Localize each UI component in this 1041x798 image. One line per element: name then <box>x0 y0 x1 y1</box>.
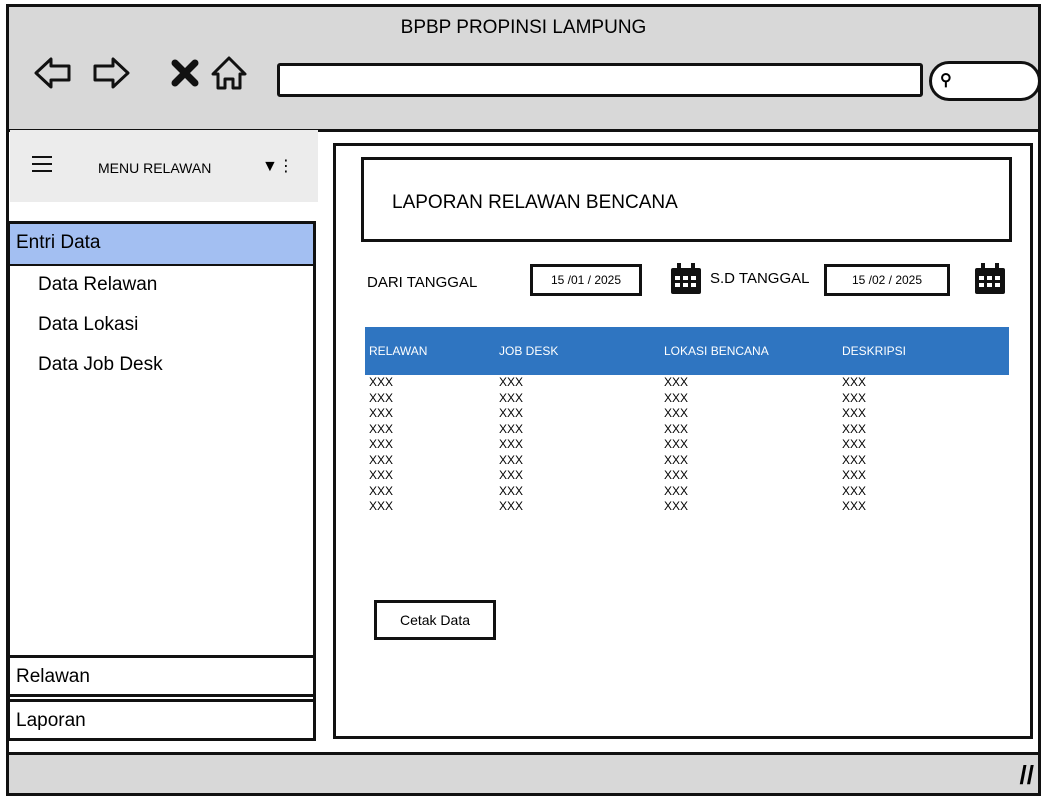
sidebar-item-laporan[interactable]: Laporan <box>7 699 316 741</box>
table-row[interactable]: XXX XXX XXX XXX <box>365 422 1009 438</box>
report-title: LAPORAN RELAWAN BENCANA <box>392 192 678 213</box>
browser-toolbar: BPBP PROPINSI LAMPUNG ⚲ <box>9 7 1041 132</box>
window-title: BPBP PROPINSI LAMPUNG <box>400 17 647 38</box>
calendar-icon[interactable] <box>973 262 1007 296</box>
table-cell: XXX <box>369 483 394 498</box>
status-bar: // <box>9 752 1038 793</box>
report-title-box: LAPORAN RELAWAN BENCANA <box>361 157 1012 242</box>
table-cell: XXX <box>369 452 394 467</box>
from-date-input[interactable]: 15 /01 / 2025 <box>530 264 642 296</box>
back-arrow-icon[interactable] <box>33 53 73 93</box>
table-cell: XXX <box>369 375 394 390</box>
table-cell: XXX <box>842 390 867 405</box>
table-cell: XXX <box>842 375 867 390</box>
table-cell: XXX <box>842 406 867 421</box>
table-cell: XXX <box>842 468 867 483</box>
table-cell: XXX <box>664 437 689 452</box>
search-box[interactable]: ⚲ <box>929 61 1041 101</box>
table-cell: XXX <box>499 483 524 498</box>
forward-arrow-icon[interactable] <box>91 53 131 93</box>
column-header[interactable]: RELAWAN <box>365 327 495 375</box>
calendar-icon[interactable] <box>669 262 703 296</box>
table-cell: XXX <box>842 437 867 452</box>
table-cell: XXX <box>664 452 689 467</box>
hamburger-icon[interactable] <box>32 156 52 172</box>
search-icon[interactable]: ⚲ <box>940 70 952 90</box>
table-row[interactable]: XXX XXX XXX XXX <box>365 437 1009 453</box>
dropdown-icon[interactable]: ▼⋮ <box>262 156 294 176</box>
table-row[interactable]: XXX XXX XXX XXX <box>365 453 1009 469</box>
home-icon[interactable] <box>209 53 249 93</box>
table-cell: XXX <box>369 390 394 405</box>
table-cell: XXX <box>499 406 524 421</box>
table-cell: XXX <box>664 468 689 483</box>
table-row[interactable]: XXX XXX XXX XXX <box>365 499 1009 515</box>
table-cell: XXX <box>369 499 394 514</box>
table-cell: XXX <box>499 468 524 483</box>
table-cell: XXX <box>664 483 689 498</box>
sidebar-item-data-job-desk[interactable]: Data Job Desk <box>10 346 313 386</box>
table-cell: XXX <box>664 421 689 436</box>
to-date-input[interactable]: 15 /02 / 2025 <box>824 264 950 296</box>
print-data-button[interactable]: Cetak Data <box>374 600 496 640</box>
table-row[interactable]: XXX XXX XXX XXX <box>365 375 1009 391</box>
table-header-row: RELAWAN JOB DESK LOKASI BENCANA DESKRIPS… <box>365 327 1009 375</box>
table-cell: XXX <box>842 483 867 498</box>
sidebar-item-data-relawan[interactable]: Data Relawan <box>10 266 313 306</box>
close-icon[interactable] <box>165 53 205 93</box>
table-cell: XXX <box>369 468 394 483</box>
resize-icon[interactable]: // <box>1020 760 1034 791</box>
table-cell: XXX <box>842 499 867 514</box>
table-cell: XXX <box>664 499 689 514</box>
column-header[interactable]: LOKASI BENCANA <box>660 327 838 375</box>
table-cell: XXX <box>499 375 524 390</box>
sidebar-header: MENU RELAWAN ▼⋮ <box>10 130 318 202</box>
table-cell: XXX <box>842 421 867 436</box>
table-cell: XXX <box>369 437 394 452</box>
table-cell: XXX <box>842 452 867 467</box>
table-cell: XXX <box>499 499 524 514</box>
table-cell: XXX <box>369 406 394 421</box>
table-cell: XXX <box>499 421 524 436</box>
table-cell: XXX <box>499 390 524 405</box>
table-row[interactable]: XXX XXX XXX XXX <box>365 406 1009 422</box>
table-cell: XXX <box>664 390 689 405</box>
column-header[interactable]: JOB DESK <box>495 327 660 375</box>
menu-title: MENU RELAWAN <box>98 160 212 176</box>
sidebar-item-data-lokasi[interactable]: Data Lokasi <box>10 306 313 346</box>
table-cell: XXX <box>664 375 689 390</box>
report-panel: LAPORAN RELAWAN BENCANA DARI TANGGAL 15 … <box>333 143 1033 739</box>
from-date-label: DARI TANGGAL <box>367 274 478 291</box>
table-row[interactable]: XXX XXX XXX XXX <box>365 484 1009 500</box>
table-row[interactable]: XXX XXX XXX XXX <box>365 391 1009 407</box>
report-table: RELAWAN JOB DESK LOKASI BENCANA DESKRIPS… <box>365 327 1009 515</box>
table-cell: XXX <box>499 437 524 452</box>
table-cell: XXX <box>369 421 394 436</box>
address-bar[interactable] <box>277 63 923 97</box>
column-header[interactable]: DESKRIPSI <box>838 327 1009 375</box>
to-date-label: S.D TANGGAL <box>710 270 810 287</box>
table-cell: XXX <box>664 406 689 421</box>
sidebar-item-entri-data[interactable]: Entri Data <box>10 224 313 266</box>
table-cell: XXX <box>499 452 524 467</box>
sidebar-item-relawan[interactable]: Relawan <box>7 655 316 697</box>
table-row[interactable]: XXX XXX XXX XXX <box>365 468 1009 484</box>
